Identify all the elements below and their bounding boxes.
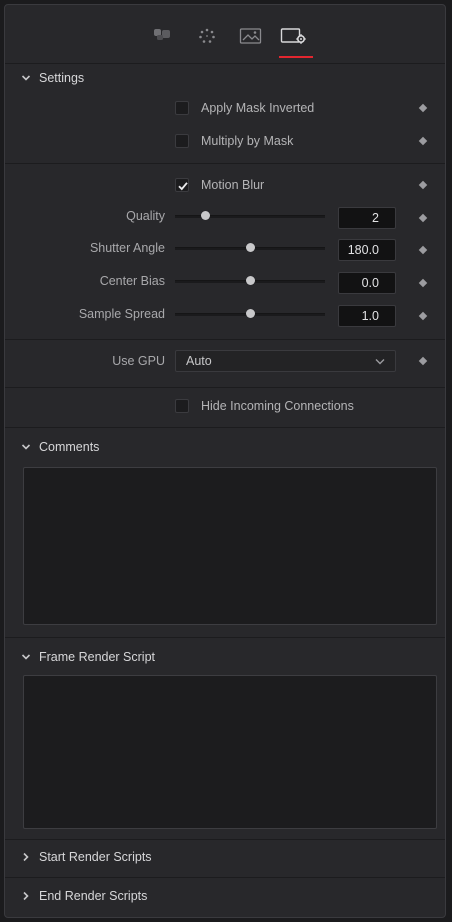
motion-blur-label: Motion Blur [201,178,265,192]
start-render-scripts-section-header[interactable]: Start Render Scripts [5,843,445,871]
apply-mask-inverted-label: Apply Mask Inverted [201,101,315,115]
hide-incoming-connections-checkbox[interactable] [175,399,189,413]
inspector-panel: Settings Apply Mask Inverted Multiply by… [4,4,446,918]
quality-label: Quality [126,209,165,223]
chevron-down-icon [21,654,31,660]
center-bias-keyframe-icon[interactable] [418,278,428,288]
motion-blur-keyframe-icon[interactable] [418,180,428,190]
color-adjust-icon[interactable] [152,27,174,46]
quality-keyframe-icon[interactable] [418,213,428,223]
comments-section-title: Comments [39,440,100,454]
end-render-scripts-section-header[interactable]: End Render Scripts [5,882,445,910]
settings-section-title: Settings [39,71,85,85]
settings-icon[interactable] [280,27,308,48]
use-gpu-dropdown[interactable]: Auto [175,350,396,372]
sample-spread-slider-handle[interactable] [245,309,255,318]
start-render-scripts-section-title: Start Render Scripts [39,850,152,864]
shutter-angle-keyframe-icon[interactable] [418,245,428,255]
chevron-right-icon [23,891,29,901]
shutter-angle-value-field[interactable]: 180.0 [338,239,396,261]
multiply-by-mask-keyframe-icon[interactable] [418,136,428,146]
active-tab-indicator [279,56,313,58]
quality-slider-handle[interactable] [200,211,210,220]
shutter-angle-label: Shutter Angle [89,241,165,255]
shutter-angle-slider-handle[interactable] [245,243,255,252]
checkmark-icon [178,182,188,191]
sample-spread-label: Sample Spread [78,307,165,321]
motion-blur-checkbox[interactable] [175,178,189,192]
comments-section-header[interactable]: Comments [5,433,445,461]
sample-spread-keyframe-icon[interactable] [418,311,428,321]
quality-slider-track[interactable] [175,215,325,218]
chevron-down-icon [375,359,385,365]
frame-render-script-section-title: Frame Render Script [39,650,156,664]
chevron-down-icon [21,444,31,450]
use-gpu-keyframe-icon[interactable] [418,356,428,366]
multiply-by-mask-checkbox[interactable] [175,134,189,148]
end-render-scripts-section-title: End Render Scripts [39,889,148,903]
settings-section-header[interactable]: Settings [5,64,445,92]
frame-render-script-section-header[interactable]: Frame Render Script [5,643,445,671]
center-bias-label: Center Bias [99,274,165,288]
apply-mask-inverted-checkbox[interactable] [175,101,189,115]
center-bias-value-field[interactable]: 0.0 [338,272,396,294]
use-gpu-label: Use GPU [112,354,165,368]
image-icon[interactable] [239,27,263,48]
particles-icon[interactable] [197,27,217,48]
chevron-right-icon [23,852,29,862]
sample-spread-value-field[interactable]: 1.0 [338,305,396,327]
apply-mask-inverted-keyframe-icon[interactable] [418,103,428,113]
center-bias-slider-handle[interactable] [245,276,255,285]
multiply-by-mask-label: Multiply by Mask [201,134,294,148]
tab-bar [5,5,445,63]
frame-render-script-textarea[interactable] [23,675,437,829]
use-gpu-value: Auto [186,354,212,368]
comments-textarea[interactable] [23,467,437,625]
chevron-down-icon [21,75,31,81]
hide-incoming-connections-label: Hide Incoming Connections [201,399,354,413]
quality-value-field[interactable]: 2 [338,207,396,229]
